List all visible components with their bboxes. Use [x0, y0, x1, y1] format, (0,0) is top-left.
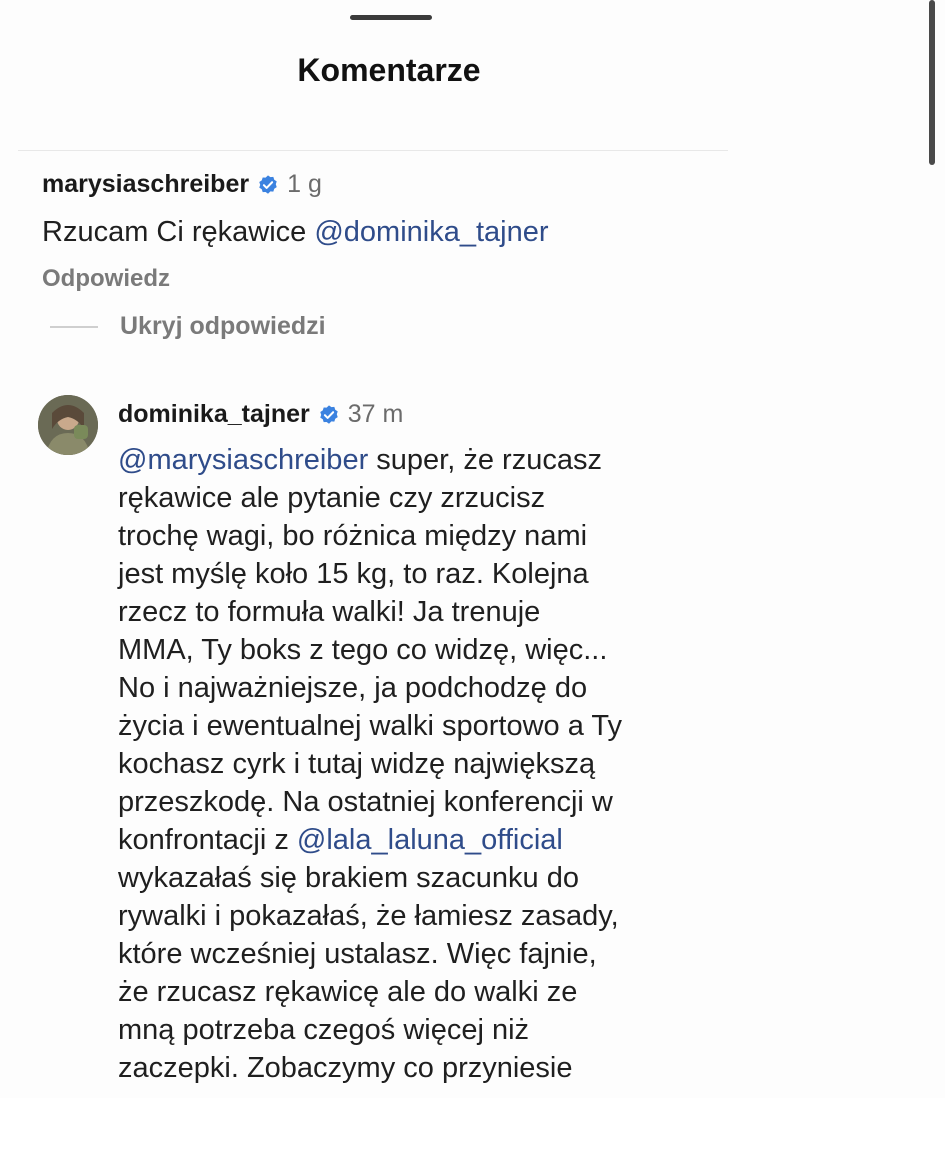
verified-badge-icon [259, 174, 277, 194]
scrollbar[interactable] [929, 0, 935, 165]
reply-button[interactable]: Odpowiedz [42, 265, 549, 293]
sheet-drag-handle[interactable] [350, 15, 432, 20]
mention-link[interactable]: @lala_laluna_official [297, 824, 563, 856]
comment-text-plain: Rzucam Ci rękawice [42, 216, 315, 248]
comment-text: Rzucam Ci rękawice @dominika_tajner [42, 213, 549, 251]
comment-line: przeszkodę. Na ostatniej konferencji w [118, 786, 613, 818]
comment-line: rękawice ale pytanie czy zrzucisz [118, 482, 546, 514]
comment-username[interactable]: dominika_tajner [118, 400, 310, 429]
avatar[interactable] [38, 395, 98, 455]
comment-line: konfrontacji z @lala_laluna_official [118, 821, 738, 859]
verified-badge-icon [320, 404, 338, 424]
comment-line: MMA, Ty boks z tego co widzę, więc... [118, 634, 608, 666]
mention-link[interactable]: @dominika_tajner [314, 216, 548, 248]
sheet-title: Komentarze [297, 52, 481, 88]
comment-line: które wcześniej ustalasz. Więc fajnie, [118, 938, 597, 970]
bottom-edge [0, 1098, 945, 1149]
thread-line [50, 325, 98, 328]
comment-meta: dominika_tajner 37 m [118, 400, 738, 429]
header-divider [18, 150, 728, 151]
comment-line-text: konfrontacji z [118, 824, 297, 856]
hide-replies-toggle[interactable]: Ukryj odpowiedzi [50, 312, 326, 341]
comment-line: życia i ewentualnej walki sportowo a Ty [118, 710, 622, 742]
comment-line: mną potrzeba czegoś więcej niż [118, 1014, 530, 1046]
comment-meta: marysiaschreiber 1 g [42, 170, 549, 199]
comment-line: wykazałaś się brakiem szacunku do [118, 862, 579, 894]
comment-line: rywalki i pokazałaś, że łamiesz zasady, [118, 900, 619, 932]
comment-item: marysiaschreiber 1 g Rzucam Ci rękawice … [42, 170, 549, 293]
comment-line: że rzucasz rękawicę ale do walki ze [118, 976, 578, 1008]
comment-text: @marysiaschreiber super, że rzucasz ręka… [118, 441, 738, 1087]
comment-line: No i najważniejsze, ja podchodzę do [118, 672, 588, 704]
comment-timestamp: 37 m [347, 400, 404, 428]
comment-line-text: super, że rzucasz [368, 444, 602, 476]
mention-link[interactable]: @marysiaschreiber [118, 444, 368, 476]
comment-line: zaczepki. Zobaczymy co przyniesie [118, 1052, 573, 1084]
avatar-photo [38, 395, 98, 455]
comment-line: jest myślę koło 15 kg, to raz. Kolejna [118, 558, 589, 590]
comment-timestamp: 1 g [287, 170, 322, 198]
comment-username[interactable]: marysiaschreiber [42, 170, 249, 199]
hide-replies-label[interactable]: Ukryj odpowiedzi [120, 312, 326, 341]
comment-line: kochasz cyrk i tutaj widzę największą [118, 748, 596, 780]
reply-comment-item: dominika_tajner 37 m @marysiaschreiber s… [118, 400, 738, 1087]
comment-line: trochę wagi, bo różnica między nami [118, 520, 588, 552]
comment-line: rzecz to formuła walki! Ja trenuje [118, 596, 541, 628]
comment-line: @marysiaschreiber super, że rzucasz [118, 441, 738, 479]
comments-sheet: Komentarze marysiaschreiber 1 g Rzucam C… [0, 0, 945, 1149]
